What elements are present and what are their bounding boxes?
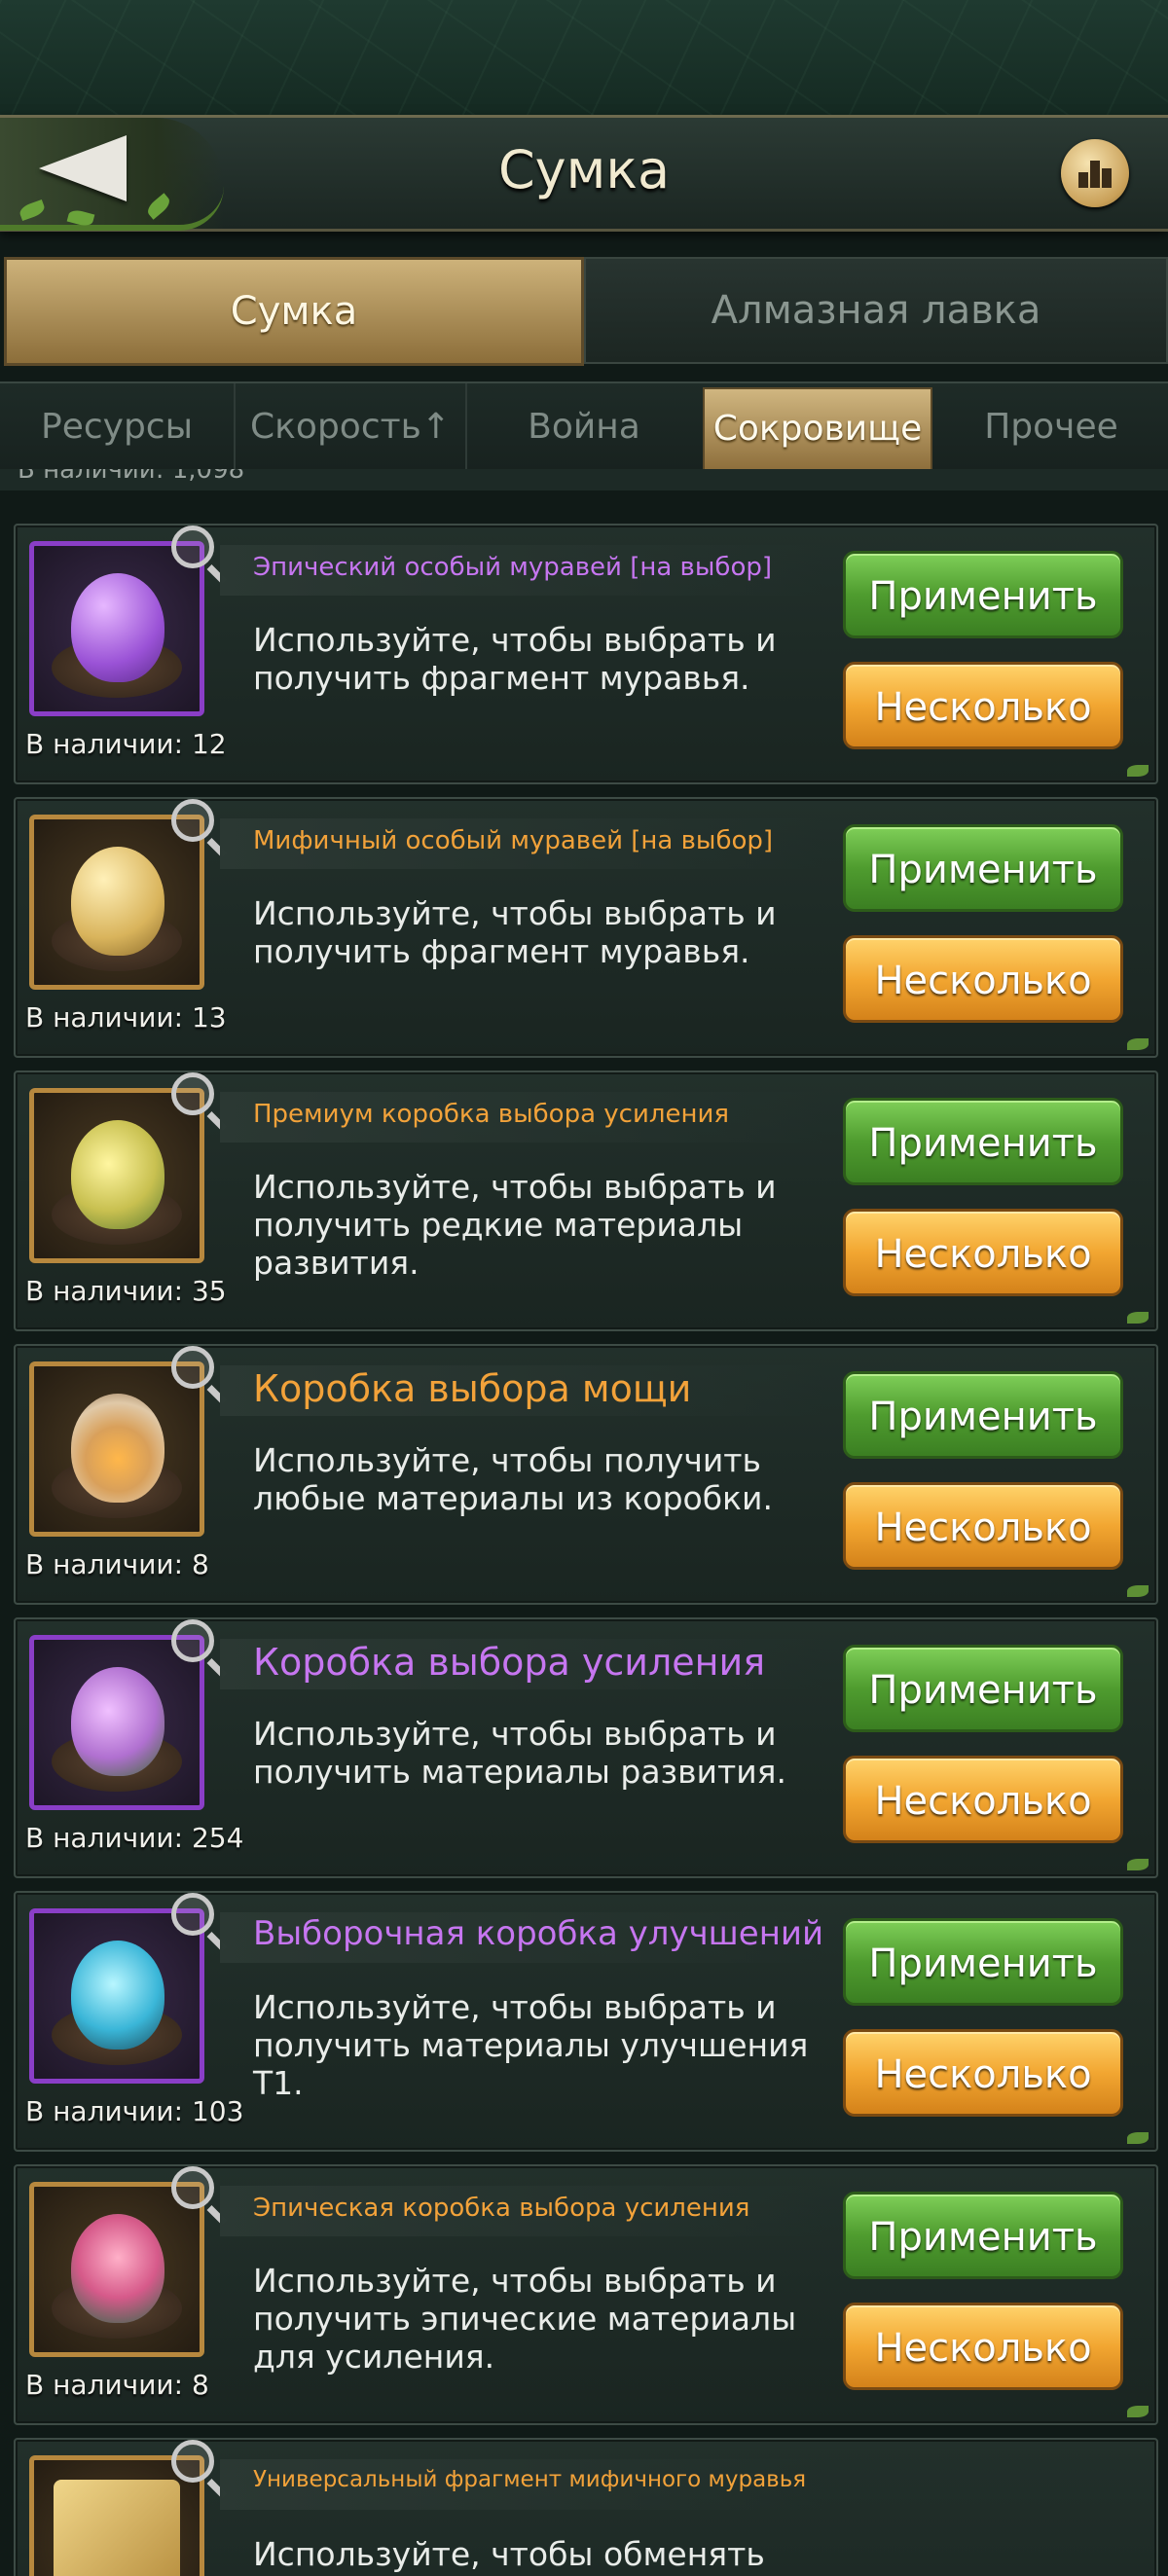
item-count: В наличии: 13	[25, 1001, 227, 1034]
tab-treasure[interactable]: Сокровище	[703, 387, 932, 471]
leaf-icon	[1127, 1859, 1149, 1870]
multiple-button[interactable]: Несколько	[843, 2029, 1123, 2117]
item-name: Универсальный фрагмент мифичного муравья	[253, 2467, 807, 2492]
item-count: В наличии: 1,098	[18, 469, 245, 485]
tab-other[interactable]: Прочее	[934, 383, 1168, 471]
multiple-button[interactable]: Несколько	[843, 1482, 1123, 1570]
list-item: Премиум коробка выбора усиления Использу…	[14, 1070, 1158, 1331]
magnifier-icon[interactable]	[171, 799, 214, 842]
page-title: Сумка	[497, 139, 671, 200]
list-item: Коробка выбора мощи Используйте, чтобы п…	[14, 1344, 1158, 1605]
egg-fragment-icon	[71, 847, 164, 956]
tab-diamond-shop[interactable]: Алмазная лавка	[584, 257, 1168, 364]
list-item: Мифичный особый муравей [на выбор] Испол…	[14, 797, 1158, 1058]
leaf-icon	[1127, 1312, 1149, 1324]
magnifier-icon[interactable]	[171, 1072, 214, 1115]
item-icon-frame[interactable]	[29, 2182, 204, 2357]
egg-fragment-icon	[71, 573, 164, 682]
item-description: Используйте, чтобы выбрать и получить ма…	[253, 1715, 787, 1791]
main-tabs: Сумка Алмазная лавка	[0, 251, 1168, 366]
multiple-button[interactable]: Несколько	[843, 2303, 1123, 2390]
nest-box-icon	[71, 1120, 164, 1229]
magnifier-icon[interactable]	[171, 1893, 214, 1936]
list-item: Универсальный фрагмент мифичного муравья…	[14, 2438, 1158, 2576]
item-name: Коробка выбора мощи	[253, 1367, 692, 1410]
dna-box-icon	[71, 1941, 164, 2050]
apply-button[interactable]: Применить	[843, 551, 1123, 638]
tab-war[interactable]: Война	[467, 383, 701, 471]
item-count: В наличии: 254	[25, 1822, 244, 1854]
crystal-nest-icon	[71, 2214, 164, 2323]
list-item: Выборочная коробка улучшений Используйте…	[14, 1891, 1158, 2152]
magnifier-icon[interactable]	[171, 526, 214, 568]
multiple-button[interactable]: Несколько	[843, 662, 1123, 749]
tab-bag[interactable]: Сумка	[4, 257, 584, 366]
item-name: Коробка выбора усиления	[253, 1641, 766, 1684]
item-name: Премиум коробка выбора усиления	[253, 1100, 730, 1129]
item-count: В наличии: 8	[25, 1548, 209, 1580]
leaderboard-icon	[1078, 172, 1088, 188]
item-count: В наличии: 103	[25, 2095, 244, 2127]
apply-button[interactable]: Применить	[843, 1918, 1123, 2006]
item-description: Используйте, чтобы выбрать и получить ма…	[253, 1988, 809, 2102]
item-description: Используйте, чтобы обменять фрагмент	[253, 2535, 765, 2576]
item-icon-frame[interactable]	[29, 1088, 204, 1263]
item-name: Эпический особый муравей [на выбор]	[253, 553, 772, 582]
item-list[interactable]: В наличии: 1,098 Эпический особый мураве…	[0, 469, 1168, 2576]
apply-button[interactable]: Применить	[843, 1645, 1123, 1732]
leaf-icon	[1127, 1585, 1149, 1597]
item-count: В наличии: 12	[25, 728, 227, 760]
item-description: Используйте, чтобы выбрать и получить эп…	[253, 2262, 797, 2376]
partial-item: В наличии: 1,098	[0, 469, 1168, 490]
tab-speedup[interactable]: Скорость↑	[236, 383, 467, 471]
item-description: Используйте, чтобы получить любые матери…	[253, 1441, 773, 1517]
multiple-button[interactable]: Несколько	[843, 935, 1123, 1023]
magnifier-icon[interactable]	[171, 1619, 214, 1662]
tab-resources[interactable]: Ресурсы	[0, 383, 236, 471]
leaf-icon	[1127, 2406, 1149, 2417]
item-icon-frame[interactable]	[29, 541, 204, 716]
item-description: Используйте, чтобы выбрать и получить фр…	[253, 894, 777, 970]
item-description: Используйте, чтобы выбрать и получить фр…	[253, 621, 777, 697]
item-name: Выборочная коробка улучшений	[253, 1914, 824, 1953]
list-item: Коробка выбора усиления Используйте, что…	[14, 1617, 1158, 1878]
magnifier-icon[interactable]	[171, 2440, 214, 2483]
category-tabs: Ресурсы Скорость↑ Война Сокровище Прочее	[0, 381, 1168, 473]
leaderboard-button[interactable]	[1061, 139, 1129, 207]
top-background	[0, 0, 1168, 117]
apply-button[interactable]: Применить	[843, 1371, 1123, 1459]
leaf-icon	[1127, 765, 1149, 777]
nest-box-icon	[71, 1667, 164, 1776]
item-name: Мифичный особый муравей [на выбор]	[253, 826, 774, 855]
magnifier-icon[interactable]	[171, 1346, 214, 1389]
list-item: Эпическая коробка выбора усиления Исполь…	[14, 2164, 1158, 2425]
item-icon-frame[interactable]	[29, 1908, 204, 2084]
apply-button[interactable]: Применить	[843, 2192, 1123, 2279]
multiple-button[interactable]: Несколько	[843, 1209, 1123, 1296]
apply-button[interactable]: Применить	[843, 824, 1123, 912]
shell-box-icon	[71, 1394, 164, 1503]
item-count: В наличии: 8	[25, 2369, 209, 2401]
item-name: Эпическая коробка выбора усиления	[253, 2194, 750, 2223]
list-item: Эпический особый муравей [на выбор] Испо…	[14, 524, 1158, 784]
item-count: В наличии: 35	[25, 1275, 227, 1307]
multiple-button[interactable]: Несколько	[843, 1756, 1123, 1843]
ant-fragment-icon	[54, 2480, 180, 2576]
item-icon-frame[interactable]	[29, 1635, 204, 1810]
leaf-icon	[1127, 1038, 1149, 1050]
item-description: Используйте, чтобы выбрать и получить ре…	[253, 1168, 777, 1282]
magnifier-icon[interactable]	[171, 2166, 214, 2209]
item-icon-frame[interactable]	[29, 815, 204, 990]
apply-button[interactable]: Применить	[843, 1098, 1123, 1185]
header-bar: Сумка	[0, 115, 1168, 232]
leaf-icon	[1127, 2132, 1149, 2144]
item-icon-frame[interactable]	[29, 1361, 204, 1537]
